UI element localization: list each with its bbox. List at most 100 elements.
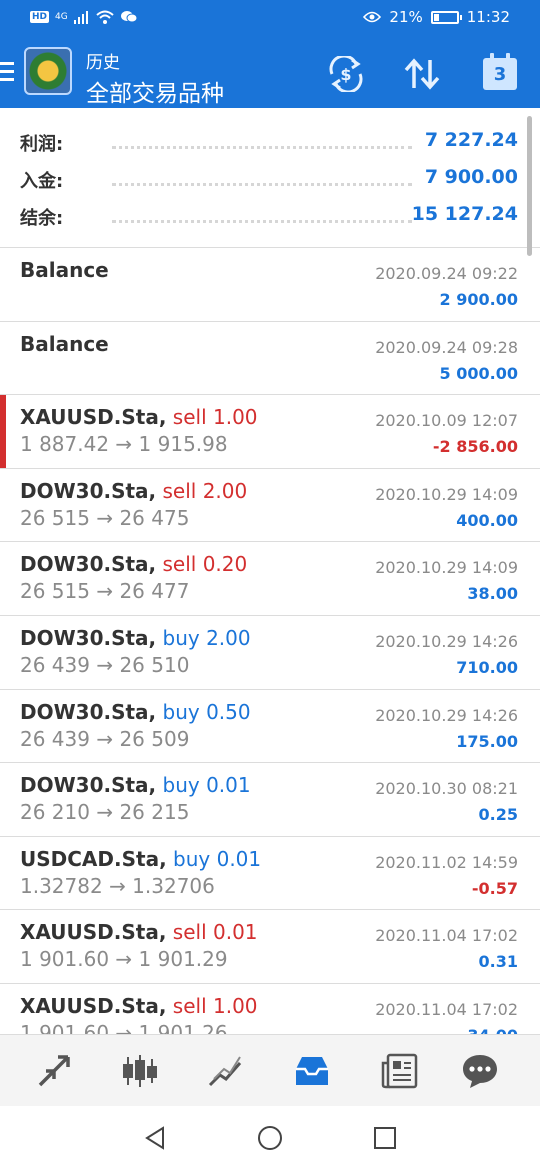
chat-icon[interactable] bbox=[460, 1051, 500, 1091]
deal-row[interactable]: XAUUSD.Sta, sell 0.01 1 901.60 → 1 901.29… bbox=[0, 910, 540, 984]
deposit-value: 7 900.00 bbox=[424, 166, 518, 188]
deal-row[interactable]: USDCAD.Sta, buy 0.01 1.32782 → 1.32706 202… bbox=[0, 837, 540, 911]
deal-side: buy 2.00 bbox=[162, 625, 251, 650]
deal-row[interactable]: Balance 2020.09.24 09:28 5 000.00 bbox=[0, 322, 540, 396]
deal-side: sell 2.00 bbox=[162, 478, 248, 503]
deal-row[interactable]: DOW30.Sta, buy 0.01 26 210 → 26 215 2020.1… bbox=[0, 763, 540, 837]
signal-icon bbox=[73, 10, 88, 24]
page-subtitle: 历史 bbox=[86, 53, 120, 73]
battery-percent: 21% bbox=[389, 8, 423, 26]
deal-datetime: 2020.10.29 14:26 bbox=[375, 631, 518, 651]
deposit-row: 入金: 7 900.00 bbox=[0, 166, 540, 203]
menu-icon[interactable] bbox=[0, 62, 14, 84]
deal-datetime: 2020.10.29 14:09 bbox=[375, 558, 518, 578]
trade-icon[interactable] bbox=[206, 1051, 246, 1091]
eye-icon bbox=[363, 11, 382, 23]
deal-datetime: 2020.11.04 17:02 bbox=[375, 926, 518, 946]
deal-profit: -0.57 bbox=[471, 878, 518, 898]
dotted-leader bbox=[112, 220, 412, 223]
battery-icon bbox=[430, 10, 462, 24]
deal-row[interactable]: DOW30.Sta, buy 2.00 26 439 → 26 510 2020.1… bbox=[0, 616, 540, 690]
balance-label: 结余: bbox=[20, 208, 64, 229]
app-logo bbox=[24, 47, 72, 95]
deal-symbol: Balance bbox=[20, 331, 109, 356]
balance-value: 15 127.24 bbox=[411, 203, 518, 225]
wifi-icon bbox=[96, 10, 114, 24]
wechat-icon bbox=[120, 11, 138, 23]
scrollbar[interactable] bbox=[527, 116, 532, 256]
deal-side: buy 0.01 bbox=[162, 773, 251, 798]
deal-profit: 0.25 bbox=[478, 805, 518, 825]
deal-side: sell 1.00 bbox=[172, 405, 258, 430]
deal-symbol: DOW30.Sta, bbox=[20, 773, 157, 798]
calendar-icon[interactable]: 3 bbox=[483, 53, 517, 90]
clock: 11:32 bbox=[466, 8, 510, 26]
deal-datetime: 2020.10.30 08:21 bbox=[375, 779, 518, 799]
dotted-leader bbox=[112, 146, 412, 149]
loss-marker bbox=[0, 395, 6, 468]
deal-datetime: 2020.11.02 14:59 bbox=[375, 852, 518, 872]
deal-side: buy 0.01 bbox=[173, 846, 262, 871]
deal-prices: 26 439 → 26 509 bbox=[20, 726, 190, 751]
deal-profit: 400.00 bbox=[456, 510, 518, 530]
quotes-icon[interactable] bbox=[34, 1051, 74, 1091]
home-icon[interactable] bbox=[256, 1124, 284, 1152]
profit-label: 利润: bbox=[20, 134, 64, 155]
deal-side: sell 1.00 bbox=[172, 993, 258, 1018]
deals-list: Balance 2020.09.24 09:22 2 900.00 Balance 20… bbox=[0, 248, 540, 1058]
deal-row[interactable]: DOW30.Sta, sell 0.20 26 515 → 26 477 2020.… bbox=[0, 542, 540, 616]
signal-label: 4G bbox=[55, 12, 68, 22]
deal-side: sell 0.01 bbox=[172, 920, 258, 945]
deal-prices: 1 901.60 → 1 901.29 bbox=[20, 947, 228, 972]
deal-row[interactable]: DOW30.Sta, buy 0.50 26 439 → 26 509 2020.1… bbox=[0, 690, 540, 764]
deal-profit: 0.31 bbox=[478, 952, 518, 972]
deal-prices: 26 515 → 26 475 bbox=[20, 505, 190, 530]
deal-prices: 26 515 → 26 477 bbox=[20, 579, 190, 604]
deal-profit: 2 900.00 bbox=[439, 290, 518, 309]
deal-row[interactable]: Balance 2020.09.24 09:22 2 900.00 bbox=[0, 248, 540, 322]
deal-row[interactable]: DOW30.Sta, sell 2.00 26 515 → 26 475 2020.… bbox=[0, 469, 540, 543]
deal-prices: 26 439 → 26 510 bbox=[20, 652, 190, 677]
deal-profit: 38.00 bbox=[467, 584, 518, 604]
symbol-filter-title[interactable]: 全部交易品种 bbox=[86, 74, 224, 108]
android-nav-bar bbox=[0, 1106, 540, 1170]
summary-panel: 利润: 7 227.24 入金: 7 900.00 结余: 15 127.24 bbox=[0, 108, 540, 248]
deal-symbol: DOW30.Sta, bbox=[20, 552, 157, 577]
deal-title: XAUUSD.Sta, sell 1.00 bbox=[20, 405, 258, 429]
deal-datetime: 2020.11.04 17:02 bbox=[375, 999, 518, 1019]
chart-candles-icon[interactable] bbox=[120, 1051, 160, 1091]
sort-icon[interactable] bbox=[402, 56, 442, 92]
bottom-tab-bar bbox=[0, 1034, 540, 1106]
deposit-label: 入金: bbox=[20, 171, 64, 192]
deal-symbol: Balance bbox=[20, 258, 109, 282]
deal-symbol: XAUUSD.Sta, bbox=[20, 993, 167, 1018]
back-icon[interactable] bbox=[141, 1124, 169, 1152]
deal-row[interactable]: XAUUSD.Sta, sell 1.00 1 887.42 → 1 915.98… bbox=[0, 395, 540, 469]
recents-icon[interactable] bbox=[371, 1124, 399, 1152]
deal-prices: 1.32782 → 1.32706 bbox=[20, 873, 215, 898]
app-header: HD 4G 21% 11:32 历史 全部交易品种 $ 3 bbox=[0, 0, 540, 108]
deal-title: XAUUSD.Sta, sell 0.01 bbox=[20, 920, 258, 944]
deal-datetime: 2020.09.24 09:22 bbox=[375, 264, 518, 283]
deposit-withdraw-icon[interactable]: $ bbox=[326, 56, 366, 92]
dotted-leader bbox=[112, 183, 412, 186]
history-inbox-icon[interactable] bbox=[292, 1051, 332, 1091]
hd-indicator: HD bbox=[30, 11, 50, 23]
deal-symbol: XAUUSD.Sta, bbox=[20, 920, 167, 945]
deal-symbol: XAUUSD.Sta, bbox=[20, 405, 167, 430]
deal-title: USDCAD.Sta, buy 0.01 bbox=[20, 847, 261, 871]
toolbar: 历史 全部交易品种 $ 3 bbox=[0, 40, 540, 108]
deal-profit: 175.00 bbox=[456, 731, 518, 751]
deal-datetime: 2020.10.29 14:26 bbox=[375, 705, 518, 725]
deal-title: DOW30.Sta, sell 2.00 bbox=[20, 479, 247, 503]
deal-datetime: 2020.09.24 09:28 bbox=[375, 337, 518, 357]
deal-title: Balance bbox=[20, 258, 109, 282]
deal-title: DOW30.Sta, buy 0.01 bbox=[20, 773, 251, 797]
deal-datetime: 2020.10.09 12:07 bbox=[375, 411, 518, 431]
deal-prices: 1 887.42 → 1 915.98 bbox=[20, 432, 228, 457]
balance-row: 结余: 15 127.24 bbox=[0, 203, 540, 240]
news-icon[interactable] bbox=[380, 1051, 420, 1091]
deal-title: DOW30.Sta, buy 2.00 bbox=[20, 626, 251, 650]
deal-symbol: DOW30.Sta, bbox=[20, 478, 157, 503]
deal-datetime: 2020.10.29 14:09 bbox=[375, 484, 518, 504]
